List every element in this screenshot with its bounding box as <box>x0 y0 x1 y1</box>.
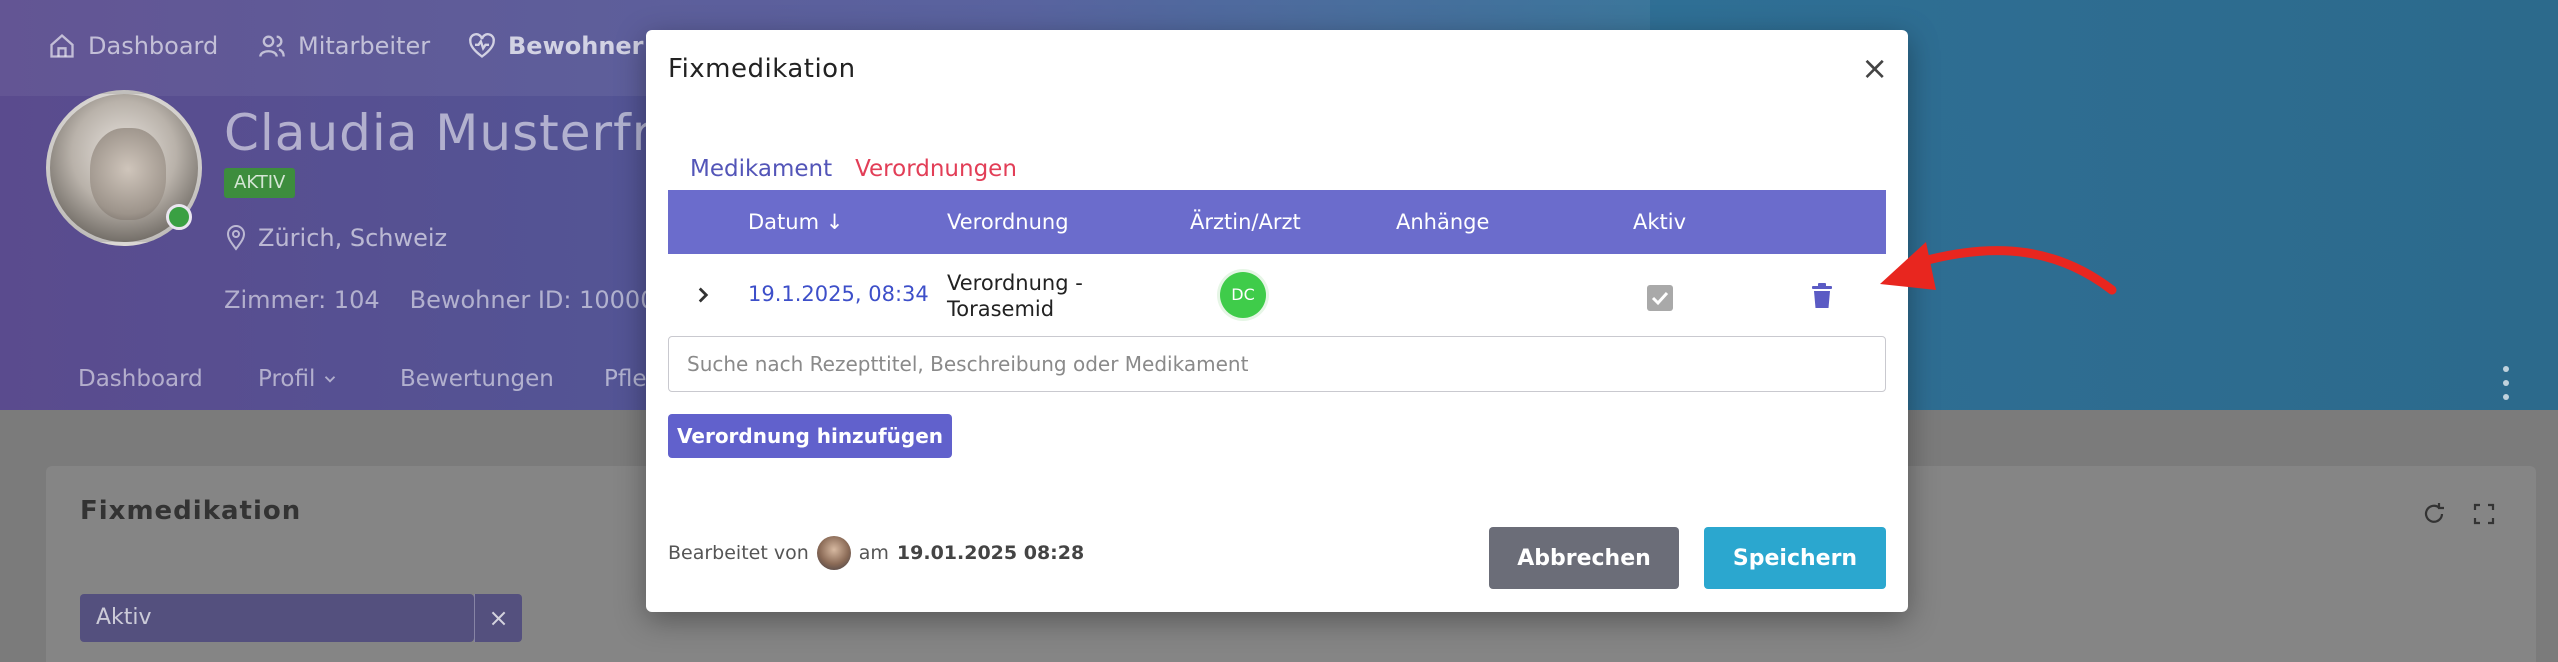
add-verordnung-button[interactable]: Verordnung hinzufügen <box>668 414 952 458</box>
verordnung-title: Verordnung - Torasemid <box>947 270 1107 322</box>
cancel-button[interactable]: Abbrechen <box>1489 527 1679 589</box>
editor-avatar <box>816 536 851 570</box>
edited-infix: am <box>858 542 889 564</box>
edited-info: Bearbeitet von am 19.01.2025 08:28 <box>668 536 1084 570</box>
column-header-anhaenge: Anhänge <box>1396 210 1490 234</box>
table-row: 19.1.2025, 08:34 Verordnung - Torasemid … <box>668 254 1886 336</box>
column-header-verordnung: Verordnung <box>947 210 1069 234</box>
verordnung-title-line: Torasemid <box>947 297 1055 321</box>
verordnung-search-input[interactable] <box>668 336 1886 392</box>
chevron-right-icon[interactable] <box>690 282 716 308</box>
column-header-aktiv: Aktiv <box>1633 210 1687 234</box>
modal-tabs: Medikament Verordnungen <box>668 120 1886 201</box>
trash-icon[interactable] <box>1811 283 1833 309</box>
column-header-datum[interactable]: Datum ↓ <box>748 190 843 254</box>
fixmedikation-modal: Fixmedikation × Medikament Verordnungen … <box>646 30 1908 612</box>
verordnung-title-line: Verordnung - <box>947 271 1083 295</box>
close-icon[interactable]: × <box>1861 52 1888 84</box>
active-checkbox <box>1647 285 1673 311</box>
verordnung-date-link[interactable]: 19.1.2025, 08:34 <box>748 282 929 306</box>
verordnungen-table: Datum ↓ Verordnung Ärztin/Arzt Anhänge A… <box>668 190 1886 336</box>
edited-date: 19.01.2025 08:28 <box>896 542 1085 564</box>
modal-title: Fixmedikation <box>668 54 856 84</box>
save-button[interactable]: Speichern <box>1704 527 1886 589</box>
table-header: Datum ↓ Verordnung Ärztin/Arzt Anhänge A… <box>668 190 1886 254</box>
column-header-arzt: Ärztin/Arzt <box>1190 210 1301 234</box>
edited-prefix: Bearbeitet von <box>668 542 809 564</box>
annotation-arrow-icon <box>1880 242 2117 295</box>
checkmark-icon <box>1651 291 1669 306</box>
doctor-avatar: DC <box>1220 272 1266 318</box>
